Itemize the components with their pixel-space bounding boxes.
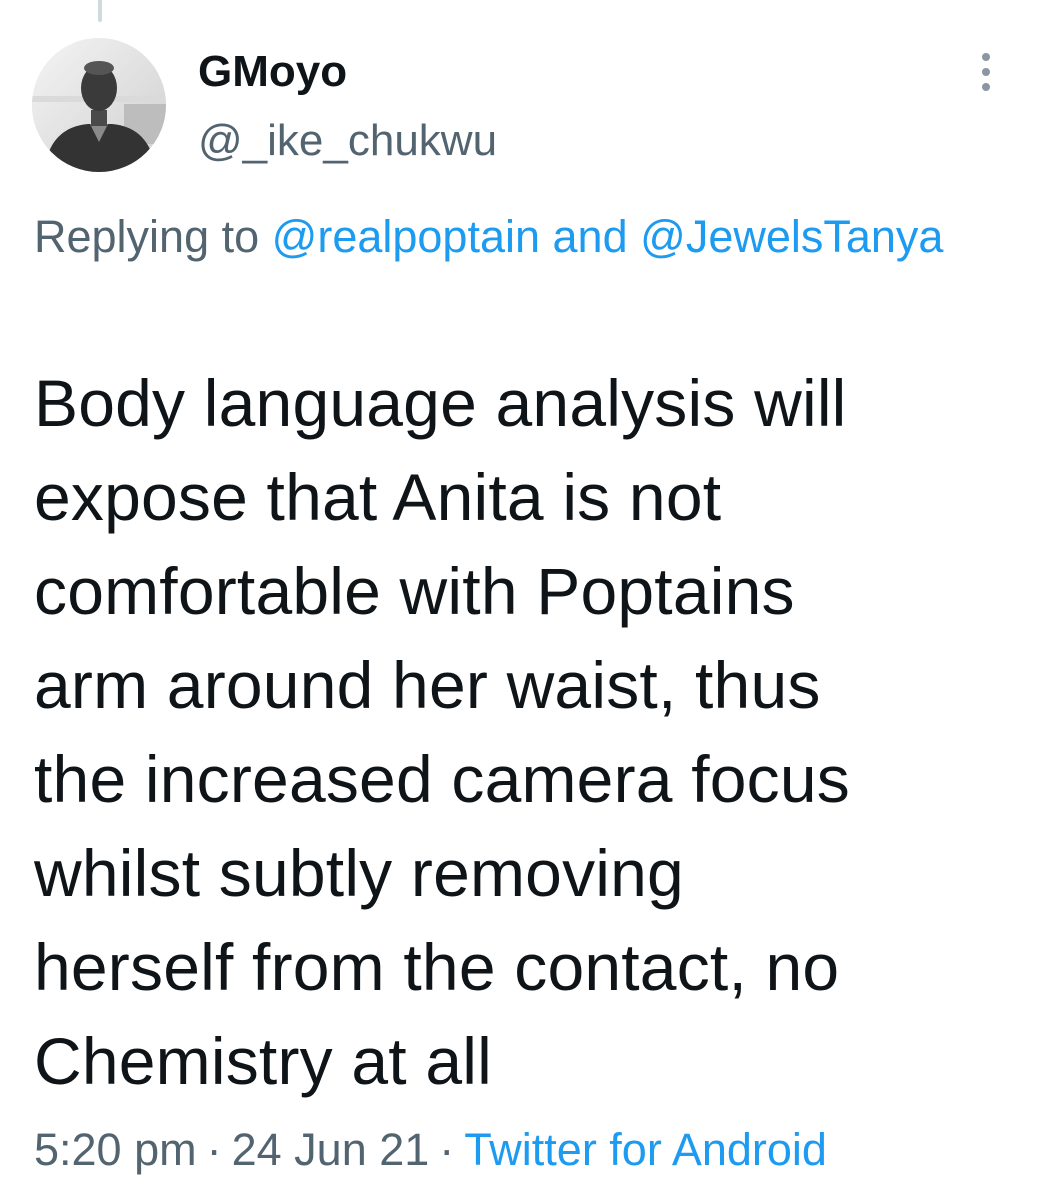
- meta-separator: ·: [439, 1124, 455, 1175]
- display-name[interactable]: GMoyo: [198, 46, 347, 98]
- tweet-meta: 5:20 pm · 24 Jun 21 · Twitter for Android: [34, 1120, 827, 1180]
- mention-link-jewelstanya[interactable]: @JewelsTanya: [640, 211, 943, 262]
- tweet-time[interactable]: 5:20 pm: [34, 1124, 197, 1175]
- more-vertical-icon: [982, 53, 990, 61]
- tweet-date[interactable]: 24 Jun 21: [232, 1124, 430, 1175]
- more-vertical-icon: [982, 68, 990, 76]
- replying-prefix: Replying to: [34, 211, 260, 262]
- mention-conjunction[interactable]: and: [553, 211, 628, 262]
- tweet-source-link[interactable]: Twitter for Android: [464, 1124, 827, 1175]
- tweet-text: Body language analysis will expose that …: [34, 366, 850, 1098]
- thread-connector-line: [98, 0, 102, 22]
- avatar[interactable]: [32, 38, 166, 172]
- more-options-button[interactable]: [966, 48, 1006, 96]
- mention-link-realpoptain[interactable]: @realpoptain: [272, 211, 540, 262]
- replying-to: Replying to @realpoptain and @JewelsTany…: [34, 206, 994, 267]
- more-vertical-icon: [982, 83, 990, 91]
- user-handle[interactable]: @_ike_chukwu: [198, 115, 497, 167]
- meta-separator: ·: [206, 1124, 222, 1175]
